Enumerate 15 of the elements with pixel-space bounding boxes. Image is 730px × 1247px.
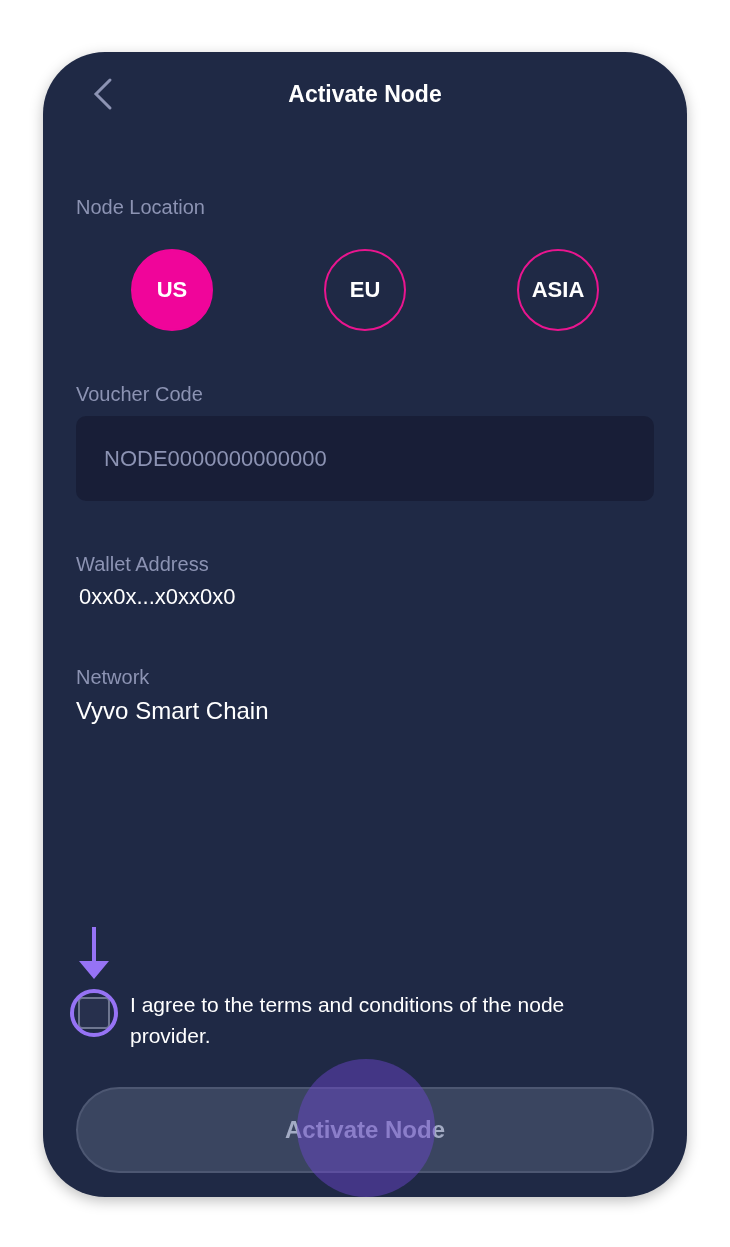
location-option[interactable]: EU <box>324 249 406 331</box>
wallet-address: 0xx0x...x0xx0x0 <box>78 584 237 610</box>
agreement-text: I agree to the terms and conditions of the node provider. <box>130 992 566 1049</box>
field-label: Network <box>76 666 151 689</box>
location-option[interactable]: ASIA <box>517 249 599 331</box>
pointer-arrow-icon <box>77 927 111 979</box>
checkbox[interactable] <box>78 997 110 1029</box>
voucher-input[interactable]: NODE0000000000000 <box>76 416 654 501</box>
back-button[interactable] <box>92 77 114 111</box>
field-label: Wallet Address <box>76 553 210 576</box>
screen-title: Activate Node <box>288 80 442 108</box>
network-name: Vyvo Smart Chain <box>76 697 270 725</box>
field-label: Voucher Code <box>76 383 204 406</box>
location-option[interactable]: US <box>131 249 213 331</box>
field-label: Node Location <box>76 196 206 219</box>
